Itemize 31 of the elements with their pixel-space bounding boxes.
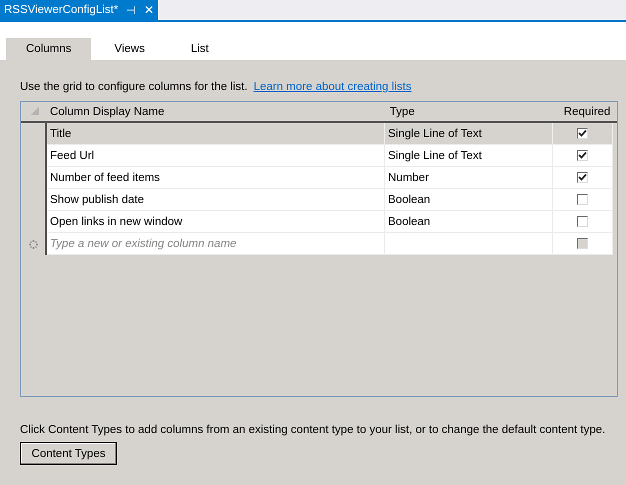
checkbox[interactable] <box>577 128 588 139</box>
table-cell[interactable]: Open links in new window <box>47 211 385 233</box>
table-cell[interactable]: Feed Url <box>47 145 385 167</box>
checkbox[interactable] <box>577 194 588 205</box>
document-title: RSSViewerConfigList* <box>4 4 118 16</box>
column-header[interactable]: Required <box>557 102 618 121</box>
footer-text: Click Content Types to add columns from an existing content type to your list, or to change the default content type. <box>20 424 606 436</box>
new-row-icon <box>28 240 38 248</box>
pin-icon[interactable]: ⊣ <box>126 4 136 16</box>
document-tab[interactable]: RSSViewerConfigList* ⊣ ✕ <box>0 0 158 20</box>
table-cell[interactable]: Single Line of Text <box>385 145 553 167</box>
tab[interactable]: List <box>168 38 232 60</box>
checkbox[interactable] <box>577 216 588 227</box>
instruction-text: Use the grid to configure columns for the list. <box>20 81 248 93</box>
column-header[interactable]: Column Display Name <box>46 102 387 121</box>
table-cell[interactable]: Boolean <box>385 211 553 233</box>
table-cell[interactable]: Number <box>385 167 553 189</box>
tab[interactable]: Views <box>91 38 168 60</box>
table-cell[interactable]: Boolean <box>385 189 553 211</box>
tab[interactable]: Columns <box>6 38 92 60</box>
checkbox[interactable] <box>577 172 588 183</box>
table-cell[interactable] <box>385 233 553 255</box>
close-icon[interactable]: ✕ <box>144 3 154 17</box>
table-cell[interactable]: Number of feed items <box>47 167 385 189</box>
column-header[interactable]: Type <box>386 102 558 121</box>
table-cell[interactable]: Single Line of Text <box>385 123 553 145</box>
content-types-button[interactable]: Content Types <box>20 442 117 465</box>
table-cell[interactable]: Title <box>47 123 385 145</box>
learn-more-link[interactable]: Learn more about creating lists <box>254 81 412 93</box>
table-cell[interactable]: Show publish date <box>47 189 385 211</box>
checkbox[interactable] <box>577 150 588 161</box>
